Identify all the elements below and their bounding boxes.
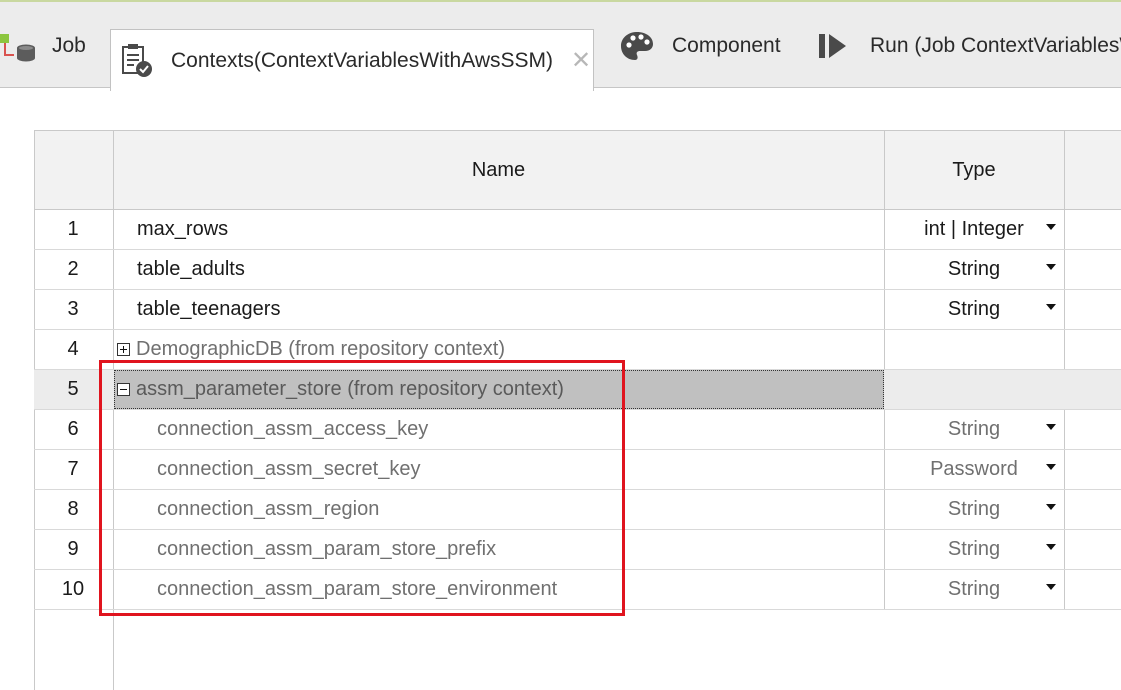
type-dropdown-icon[interactable]: [1046, 264, 1056, 270]
tab-contexts-label: Contexts(ContextVariablesWithAwsSSM): [171, 48, 554, 72]
editor-tab-bar: Job Contexts(ContextVariablesWithAwsSSM)…: [0, 0, 1121, 91]
row-number: 1: [67, 218, 79, 240]
type-dropdown-icon[interactable]: [1046, 304, 1056, 310]
table-row[interactable]: 3 table_teenagers String: [34, 290, 1121, 330]
expand-icon[interactable]: [117, 343, 130, 356]
job-icon: [0, 28, 40, 64]
table-row[interactable]: 2 table_adults String: [34, 250, 1121, 290]
variable-type[interactable]: Password: [884, 450, 1064, 489]
tab-component[interactable]: Component: [620, 4, 781, 88]
tab-job-label: Job: [52, 34, 86, 57]
variable-name[interactable]: max_rows: [137, 210, 228, 249]
variable-type[interactable]: String: [884, 290, 1064, 329]
variable-type[interactable]: String: [884, 490, 1064, 529]
contexts-icon: [121, 43, 153, 79]
type-dropdown-icon[interactable]: [1046, 584, 1056, 590]
type-dropdown-icon[interactable]: [1046, 224, 1056, 230]
close-icon[interactable]: ✕: [571, 46, 591, 75]
variable-type[interactable]: int | Integer: [884, 210, 1064, 249]
group-name: DemographicDB (from repository context): [136, 338, 506, 360]
variable-type[interactable]: String: [884, 530, 1064, 569]
run-icon: [818, 32, 848, 60]
tab-run[interactable]: Run (Job ContextVariablesW: [818, 4, 1121, 88]
variable-type[interactable]: String: [884, 410, 1064, 449]
table-row[interactable]: 1 max_rows int | Integer: [34, 210, 1121, 250]
tab-contexts[interactable]: Contexts(ContextVariablesWithAwsSSM) ✕: [110, 29, 594, 91]
type-dropdown-icon[interactable]: [1046, 504, 1056, 510]
variable-name[interactable]: table_adults: [137, 250, 245, 289]
next-column-header[interactable]: [1064, 130, 1121, 210]
variable-type[interactable]: String: [884, 570, 1064, 609]
highlight-annotation-box: [99, 360, 625, 616]
name-column-header[interactable]: Name: [113, 130, 884, 210]
tab-component-label: Component: [672, 34, 781, 57]
tab-job[interactable]: Job: [0, 4, 86, 88]
row-number-header: [34, 130, 113, 210]
row-number: 3: [67, 298, 79, 320]
variable-name[interactable]: table_teenagers: [137, 290, 280, 329]
type-dropdown-icon[interactable]: [1046, 464, 1056, 470]
variable-type[interactable]: String: [884, 250, 1064, 289]
palette-icon: [620, 30, 654, 62]
type-dropdown-icon[interactable]: [1046, 544, 1056, 550]
tab-run-label: Run (Job ContextVariablesW: [870, 34, 1121, 57]
row-number: 2: [67, 258, 79, 280]
type-dropdown-icon[interactable]: [1046, 424, 1056, 430]
type-column-header[interactable]: Type: [884, 130, 1064, 210]
